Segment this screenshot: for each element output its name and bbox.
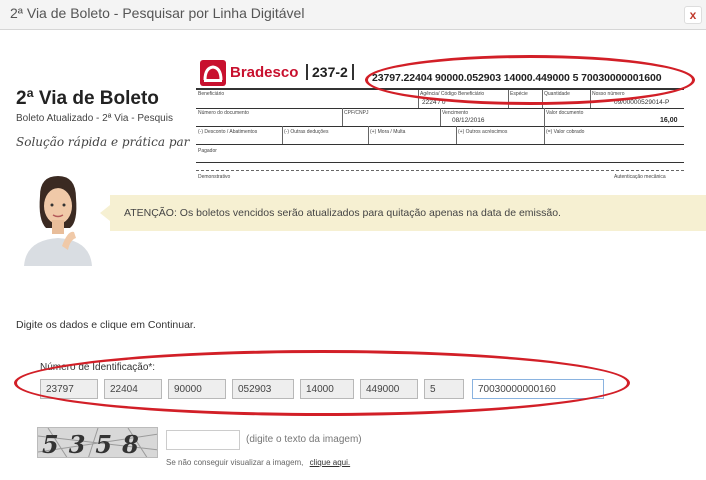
boleto-value: 08/12/2016 (452, 117, 485, 124)
boleto-label: Autenticação mecânica (614, 174, 666, 180)
boleto-cut-line (196, 170, 684, 171)
notice-arrow (100, 205, 110, 221)
boleto-divider (544, 108, 545, 126)
boleto-label: (-) Desconto / Abatimentos (198, 129, 258, 135)
captcha-input[interactable] (166, 430, 240, 450)
boleto-label: Demonstrativo (198, 174, 231, 180)
boleto-label: Beneficiário (198, 91, 225, 97)
page-subtitle: Boleto Atualizado - 2ª Via - Pesquis (16, 113, 173, 124)
boleto-bank-name: Bradesco (230, 64, 299, 81)
captcha-text: 5358 (42, 430, 149, 458)
captcha-help: Se não conseguir visualizar a imagem, cl… (166, 458, 350, 467)
boleto-label: (-) Outras deduções (284, 129, 329, 135)
boleto-label: (+) Mora / Multa (370, 129, 406, 135)
boleto-divider (440, 108, 441, 126)
boleto-divider (368, 126, 369, 144)
boleto-label: Número do documento (198, 110, 249, 116)
boleto-rule (196, 144, 684, 145)
boleto-divider (544, 126, 545, 144)
boleto-rule (196, 126, 684, 127)
captcha-refresh-link[interactable]: clique aqui. (310, 458, 350, 467)
page-tagline: Solução rápida e prática par (16, 135, 190, 149)
boleto-label: Valor documento (546, 110, 584, 116)
boleto-label: CPF/CNPJ (344, 110, 369, 116)
boleto-divider (282, 126, 283, 144)
assistant-avatar-icon (24, 176, 92, 266)
boleto-rule (196, 162, 684, 163)
attention-text: ATENÇÃO: Os boletos vencidos serão atual… (124, 207, 561, 219)
dialog-title: 2ª Via de Boleto - Pesquisar por Linha D… (10, 5, 305, 21)
boleto-label: (=) Valor cobrado (546, 129, 585, 135)
boleto-divider (456, 126, 457, 144)
boleto-label: (+) Outros acréscimos (458, 129, 508, 135)
captcha-image: 5358 (37, 427, 158, 458)
captcha-hint: (digite o texto da imagem) (246, 434, 362, 445)
identification-highlight (14, 350, 630, 416)
close-button[interactable]: x (684, 6, 702, 24)
boleto-bank-code: 237-2 (306, 64, 354, 80)
page-title: 2ª Via de Boleto (16, 88, 159, 109)
boleto-divider (342, 108, 343, 126)
boleto-label: Vencimento (442, 110, 469, 116)
form-instructions: Digite os dados e clique em Continuar. (16, 319, 196, 331)
captcha-help-text: Se não conseguir visualizar a imagem, (166, 458, 304, 467)
dialog-titlebar: 2ª Via de Boleto - Pesquisar por Linha D… (0, 0, 706, 30)
boleto-label: Pagador (198, 148, 217, 154)
bradesco-logo-icon (200, 60, 226, 86)
boleto-value: 16,00 (660, 117, 678, 124)
digitable-line-highlight (365, 55, 695, 105)
